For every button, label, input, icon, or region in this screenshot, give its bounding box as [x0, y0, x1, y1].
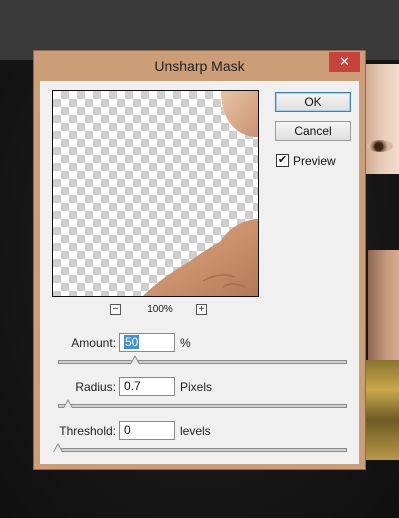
unsharp-mask-dialog: Unsharp Mask ✕ − 100% + OK Cancel ✔ Prev… — [33, 50, 366, 470]
dialog-body: − 100% + OK Cancel ✔ Preview Amount: 50 … — [40, 81, 359, 464]
threshold-label: Threshold: — [59, 424, 116, 438]
threshold-slider-thumb[interactable] — [53, 443, 63, 452]
close-icon: ✕ — [339, 54, 350, 69]
amount-label: Amount: — [71, 336, 116, 350]
amount-unit: % — [180, 336, 191, 350]
dialog-title: Unsharp Mask — [154, 58, 245, 74]
amount-slider-track[interactable] — [58, 360, 347, 364]
preview-checkbox[interactable]: ✔ — [276, 154, 289, 167]
radius-slider-thumb[interactable] — [63, 399, 74, 408]
background-photo-eye — [367, 140, 393, 152]
zoom-level: 100% — [147, 304, 173, 315]
amount-value: 50 — [124, 335, 140, 349]
threshold-slider-track[interactable] — [58, 448, 347, 452]
zoom-in-button[interactable]: + — [196, 304, 207, 315]
preview-zoom-controls: − 100% + — [110, 304, 210, 318]
radius-label: Radius: — [75, 380, 116, 394]
radius-slider-track[interactable] — [58, 404, 347, 408]
amount-input[interactable]: 50 — [119, 333, 175, 352]
background-photo-neck — [368, 250, 399, 360]
amount-slider-thumb[interactable] — [129, 355, 140, 364]
threshold-input[interactable]: 0 — [119, 421, 175, 440]
preview-label: Preview — [293, 154, 336, 168]
radius-value: 0.7 — [124, 379, 141, 393]
cancel-button[interactable]: Cancel — [275, 121, 351, 141]
preview-area[interactable] — [52, 90, 259, 297]
threshold-value: 0 — [124, 423, 131, 437]
checkmark-icon: ✔ — [277, 154, 288, 166]
close-button[interactable]: ✕ — [329, 52, 360, 72]
threshold-unit: levels — [180, 424, 211, 438]
zoom-out-icon: − — [112, 304, 119, 315]
zoom-in-icon: + — [198, 304, 205, 315]
zoom-out-button[interactable]: − — [110, 304, 121, 315]
radius-input[interactable]: 0.7 — [119, 377, 175, 396]
ok-button[interactable]: OK — [275, 92, 351, 112]
background-photo-necklace — [366, 360, 399, 460]
preview-image — [143, 91, 258, 296]
radius-unit: Pixels — [180, 380, 213, 394]
